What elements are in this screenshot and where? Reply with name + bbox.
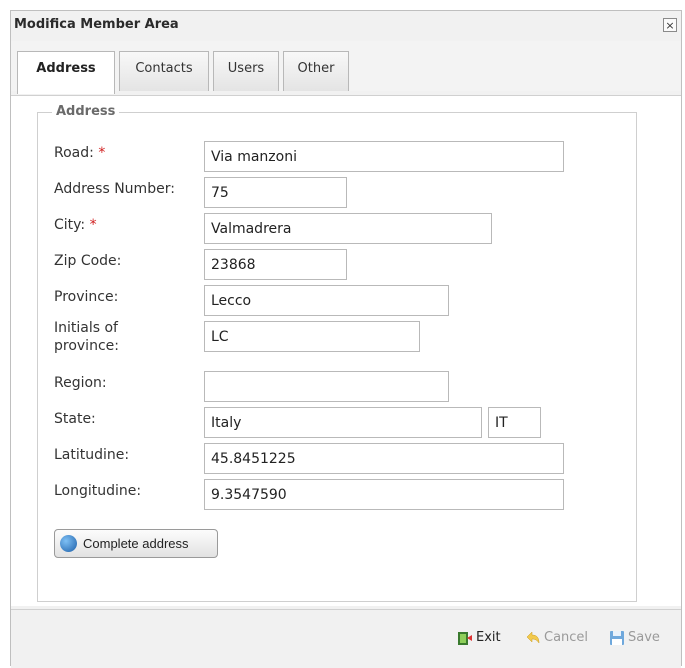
province-initials-label: Initials of province: (54, 320, 119, 354)
longitude-input[interactable] (204, 479, 564, 510)
tab-contacts[interactable]: Contacts (119, 51, 209, 91)
required-marker: * (98, 145, 106, 161)
zip-code-label: Zip Code: (54, 253, 122, 269)
exit-label: Exit (476, 630, 501, 645)
dialog-footer: Exit Cancel Save (11, 609, 681, 668)
tab-strip: Address Contacts Users Other (11, 41, 681, 94)
exit-door-icon (458, 632, 472, 645)
state-label: State: (54, 411, 96, 427)
complete-address-button[interactable]: Complete address (54, 529, 218, 558)
city-label: City: * (54, 217, 97, 233)
save-label: Save (628, 630, 660, 645)
member-area-dialog: Modifica Member Area × Address Contacts … (10, 10, 682, 668)
province-label: Province: (54, 289, 119, 305)
tab-users[interactable]: Users (213, 51, 279, 91)
province-input[interactable] (204, 285, 449, 316)
address-number-label: Address Number: (54, 181, 175, 197)
undo-arrow-icon (526, 631, 540, 644)
city-input[interactable] (204, 213, 492, 244)
address-fieldset: Address Road: * Address Number: City: * … (37, 104, 637, 602)
title-bar: Modifica Member Area × (11, 11, 681, 41)
state-code-input[interactable] (488, 407, 541, 438)
tab-other[interactable]: Other (283, 51, 349, 91)
road-label: Road: * (54, 145, 106, 161)
address-number-input[interactable] (204, 177, 347, 208)
latitude-input[interactable] (204, 443, 564, 474)
longitude-label: Longitudine: (54, 483, 142, 499)
globe-icon (60, 535, 77, 552)
cancel-label: Cancel (544, 630, 589, 645)
close-button[interactable]: × (663, 18, 677, 32)
province-initials-input[interactable] (204, 321, 420, 352)
state-input[interactable] (204, 407, 482, 438)
region-input[interactable] (204, 371, 449, 402)
dialog-title: Modifica Member Area (14, 17, 179, 32)
floppy-disk-icon (610, 631, 624, 645)
region-label: Region: (54, 375, 107, 391)
zip-code-input[interactable] (204, 249, 347, 280)
tab-address[interactable]: Address (17, 51, 115, 94)
road-input[interactable] (204, 141, 564, 172)
complete-address-label: Complete address (83, 536, 189, 551)
tab-content-address: Address Road: * Address Number: City: * … (11, 95, 681, 606)
required-marker: * (89, 217, 97, 233)
latitude-label: Latitudine: (54, 447, 130, 463)
fieldset-legend: Address (52, 104, 120, 119)
